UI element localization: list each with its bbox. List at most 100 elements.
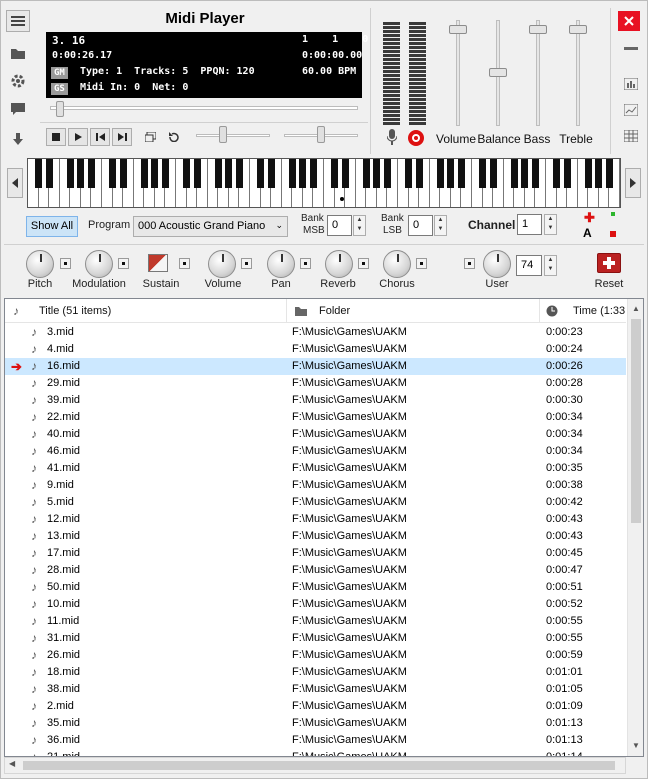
treble-thumb[interactable] <box>569 24 587 34</box>
table-row[interactable]: ♪ 26.mid F:\Music\Games\UAKM 0:00:59 <box>5 647 626 664</box>
table-row[interactable]: ♪ 17.mid F:\Music\Games\UAKM 0:00:45 <box>5 545 626 562</box>
sustain-pedal-icon[interactable] <box>148 254 168 272</box>
next-button[interactable] <box>112 128 132 146</box>
microphone-icon[interactable] <box>384 128 400 146</box>
pitch-thumb[interactable] <box>317 126 325 143</box>
user-knob[interactable] <box>483 250 511 278</box>
table-row[interactable]: ♪ 22.mid F:\Music\Games\UAKM 0:00:34 <box>5 409 626 426</box>
black-key[interactable] <box>362 159 370 188</box>
black-key[interactable] <box>161 159 169 188</box>
black-key[interactable] <box>35 159 43 188</box>
bank-msb-input[interactable]: 0 <box>327 215 352 236</box>
scroll-down-icon[interactable]: ▼ <box>632 741 640 750</box>
volume-thumb[interactable] <box>449 24 467 34</box>
table-row[interactable]: ♪ 10.mid F:\Music\Games\UAKM 0:00:52 <box>5 596 626 613</box>
table-row[interactable]: ♪ 4.mid F:\Music\Games\UAKM 0:00:24 <box>5 341 626 358</box>
progress-track[interactable] <box>50 106 358 110</box>
modulation-toggle[interactable] <box>118 258 129 269</box>
bass-track[interactable] <box>536 20 540 126</box>
black-key[interactable] <box>489 159 497 188</box>
table-row[interactable]: ♪ 38.mid F:\Music\Games\UAKM 0:01:05 <box>5 681 626 698</box>
table-row[interactable]: ♪ 28.mid F:\Music\Games\UAKM 0:00:47 <box>5 562 626 579</box>
record-icon[interactable] <box>408 130 424 146</box>
pan-toggle[interactable] <box>300 258 311 269</box>
reset-icon[interactable] <box>597 253 621 273</box>
black-key[interactable] <box>373 159 381 188</box>
black-key[interactable] <box>214 159 222 188</box>
pitch-knob[interactable] <box>26 250 54 278</box>
progress-thumb[interactable] <box>56 101 64 117</box>
reverb-toggle[interactable] <box>358 258 369 269</box>
black-key[interactable] <box>119 159 127 188</box>
treble-track[interactable] <box>576 20 580 126</box>
black-key[interactable] <box>257 159 265 188</box>
black-key[interactable] <box>383 159 391 188</box>
table-row[interactable]: ➔ ♪ 16.mid F:\Music\Games\UAKM 0:00:26 <box>5 358 626 375</box>
keyboard-scroll-right-button[interactable] <box>625 168 641 198</box>
black-key[interactable] <box>563 159 571 188</box>
bass-thumb[interactable] <box>529 24 547 34</box>
horizontal-scrollbar-thumb[interactable] <box>23 761 615 770</box>
table-row[interactable]: ♪ 2.mid F:\Music\Games\UAKM 0:01:09 <box>5 698 626 715</box>
black-key[interactable] <box>415 159 423 188</box>
column-folder[interactable]: Folder <box>319 299 519 323</box>
black-key[interactable] <box>584 159 592 188</box>
meter-view-icon[interactable] <box>620 75 642 93</box>
stop-button[interactable] <box>46 128 66 146</box>
black-key[interactable] <box>531 159 539 188</box>
modulation-knob[interactable] <box>85 250 113 278</box>
table-row[interactable]: ♪ 12.mid F:\Music\Games\UAKM 0:00:43 <box>5 511 626 528</box>
black-key[interactable] <box>595 159 603 188</box>
black-key[interactable] <box>510 159 518 188</box>
black-key[interactable] <box>479 159 487 188</box>
user-toggle[interactable] <box>464 258 475 269</box>
piano-keyboard[interactable] <box>27 158 621 208</box>
window-icon[interactable] <box>140 128 160 146</box>
black-key[interactable] <box>225 159 233 188</box>
scroll-up-icon[interactable]: ▲ <box>632 304 640 313</box>
user-value-spinner[interactable]: ▲ ▼ <box>544 255 557 276</box>
tempo-track[interactable] <box>196 134 270 137</box>
previous-button[interactable] <box>90 128 110 146</box>
pan-knob[interactable] <box>267 250 295 278</box>
chorus-toggle[interactable] <box>416 258 427 269</box>
scroll-left-icon[interactable]: ◀ <box>9 759 15 768</box>
table-row[interactable]: ♪ 40.mid F:\Music\Games\UAKM 0:00:34 <box>5 426 626 443</box>
black-key[interactable] <box>151 159 159 188</box>
folder-icon[interactable] <box>6 42 30 64</box>
table-row[interactable]: ♪ 31.mid F:\Music\Games\UAKM 0:00:55 <box>5 630 626 647</box>
black-key[interactable] <box>436 159 444 188</box>
table-row[interactable]: ♪ 9.mid F:\Music\Games\UAKM 0:00:38 <box>5 477 626 494</box>
black-key[interactable] <box>299 159 307 188</box>
user-value-input[interactable]: 74 <box>516 255 542 276</box>
horizontal-scrollbar[interactable]: ◀ <box>4 757 626 774</box>
column-time[interactable]: Time (1:33 <box>573 299 626 323</box>
bank-msb-spinner[interactable]: ▲ ▼ <box>353 215 366 236</box>
chat-icon[interactable] <box>6 98 30 120</box>
table-row[interactable]: ♪ 13.mid F:\Music\Games\UAKM 0:00:43 <box>5 528 626 545</box>
table-row[interactable]: ♪ 29.mid F:\Music\Games\UAKM 0:00:28 <box>5 375 626 392</box>
black-key[interactable] <box>405 159 413 188</box>
column-title[interactable]: Title (51 items) <box>39 299 279 323</box>
black-key[interactable] <box>183 159 191 188</box>
black-key[interactable] <box>331 159 339 188</box>
table-row[interactable]: ♪ 18.mid F:\Music\Games\UAKM 0:01:01 <box>5 664 626 681</box>
minimize-icon[interactable] <box>620 40 642 58</box>
black-key[interactable] <box>309 159 317 188</box>
download-icon[interactable] <box>6 128 30 150</box>
table-row[interactable]: ♪ 35.mid F:\Music\Games\UAKM 0:01:13 <box>5 715 626 732</box>
pitch-toggle[interactable] <box>60 258 71 269</box>
balance-thumb[interactable] <box>489 68 507 77</box>
table-row[interactable]: ♪ 50.mid F:\Music\Games\UAKM 0:00:51 <box>5 579 626 596</box>
bank-lsb-input[interactable]: 0 <box>408 215 433 236</box>
black-key[interactable] <box>447 159 455 188</box>
graph-view-icon[interactable] <box>620 101 642 119</box>
table-row[interactable]: ♪ 39.mid F:\Music\Games\UAKM 0:00:30 <box>5 392 626 409</box>
a-button[interactable]: A <box>583 226 592 240</box>
black-key[interactable] <box>341 159 349 188</box>
program-select[interactable]: 000 Acoustic Grand Piano ⌄ <box>133 216 288 237</box>
channel-spinner[interactable]: ▲ ▼ <box>544 214 557 235</box>
volume-track[interactable] <box>456 20 460 126</box>
black-key[interactable] <box>521 159 529 188</box>
black-key[interactable] <box>288 159 296 188</box>
